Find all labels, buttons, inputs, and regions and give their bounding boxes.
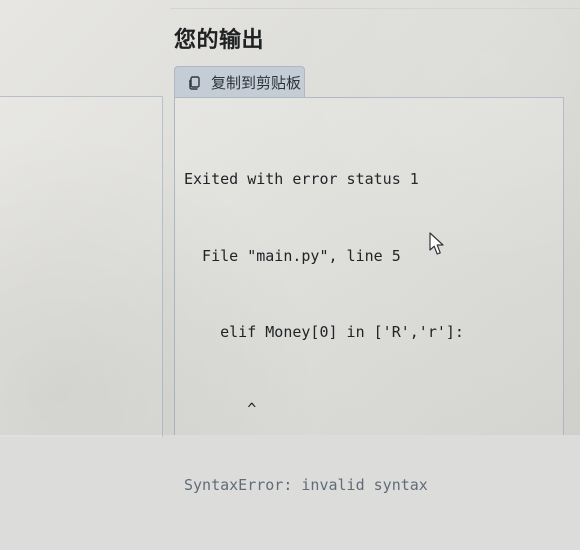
output-line-2: File "main.py", line 5 [184,246,401,265]
output-line-1: Exited with error status 1 [184,170,419,188]
page-title: 您的输出 [174,28,265,53]
copy-icon [187,75,203,91]
top-divider [170,0,580,9]
copy-button-label: 复制到剪贴板 [211,74,302,92]
output-text: Exited with error status 1 File "main.py… [184,116,464,550]
output-line-3: elif Money[0] in ['R','r']: [184,323,464,341]
left-panel [0,96,163,437]
copy-to-clipboard-button[interactable]: 复制到剪贴板 [174,66,305,98]
mouse-pointer-icon [429,232,445,256]
output-line-4: ^ [184,399,257,418]
output-line-5: SyntaxError: invalid syntax [184,476,428,494]
output-page: 您的输出 复制到剪贴板 Exited with error status 1 F… [0,0,580,494]
